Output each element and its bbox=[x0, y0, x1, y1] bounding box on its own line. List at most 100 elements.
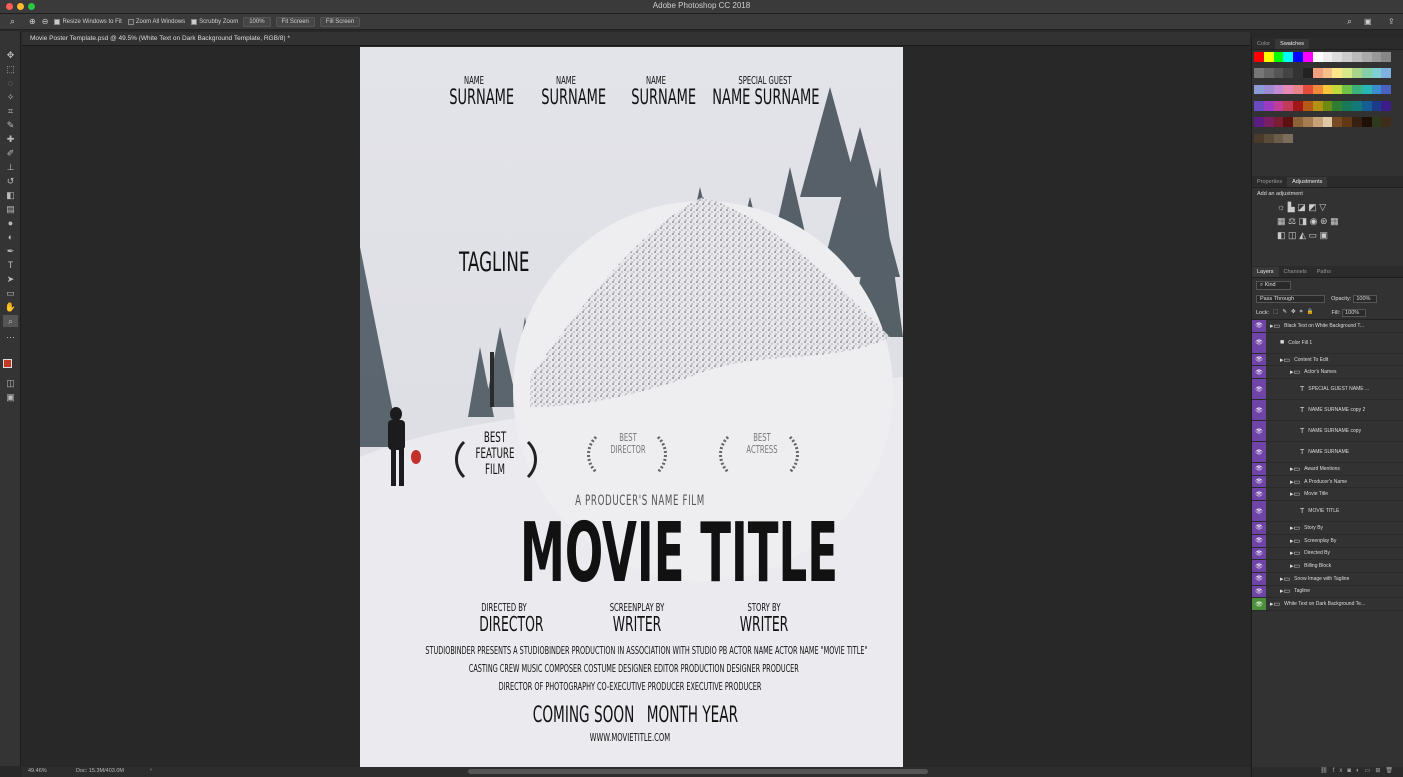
swatch[interactable] bbox=[1332, 100, 1343, 111]
swatch[interactable] bbox=[1263, 84, 1274, 95]
swatch[interactable] bbox=[1332, 68, 1343, 79]
swatch[interactable] bbox=[1342, 52, 1352, 62]
shape-tool-icon[interactable]: ▭ bbox=[3, 287, 18, 299]
fill-screen-button[interactable]: Fill Screen bbox=[319, 16, 361, 27]
swatch[interactable] bbox=[1254, 52, 1264, 62]
pen-tool-icon[interactable]: ✒ bbox=[3, 245, 18, 257]
zoom-100-button[interactable]: 100% bbox=[243, 16, 271, 27]
hand-tool-icon[interactable]: ✋ bbox=[3, 301, 18, 313]
hue-icon[interactable]: ▦ bbox=[1277, 216, 1286, 226]
swatch[interactable] bbox=[1302, 100, 1313, 111]
swatch[interactable] bbox=[1342, 117, 1352, 128]
tab-layers[interactable]: Layers bbox=[1252, 266, 1279, 277]
layer-row[interactable]: 👁 ▸▭ Billing Block bbox=[1252, 560, 1403, 573]
mixer-icon[interactable]: ⊛ bbox=[1320, 216, 1328, 226]
swatch[interactable] bbox=[1342, 84, 1352, 95]
swatch[interactable] bbox=[1312, 52, 1323, 62]
document-tab[interactable]: Movie Poster Template.psd @ 49.5% (White… bbox=[30, 35, 290, 42]
screen-mode-icon[interactable]: ▣ bbox=[3, 391, 18, 403]
swatch[interactable] bbox=[1293, 100, 1303, 111]
visibility-eye-icon[interactable]: 👁 bbox=[1252, 522, 1266, 534]
swatch[interactable] bbox=[1322, 117, 1333, 128]
more-tools-icon[interactable]: ⋯ bbox=[3, 331, 18, 343]
swatch[interactable] bbox=[1351, 100, 1362, 111]
swatch[interactable] bbox=[1293, 84, 1303, 95]
swatch[interactable] bbox=[1322, 68, 1333, 79]
layer-row[interactable]: 👁 ▸▭ Directed By bbox=[1252, 547, 1403, 561]
visibility-eye-icon[interactable]: 👁 bbox=[1252, 475, 1266, 488]
layer-row[interactable]: 👁 T NAME SURNAME bbox=[1252, 442, 1403, 464]
poster-canvas[interactable]: NAME SURNAME NAME SURNAME NAME SURNAME S… bbox=[360, 47, 903, 767]
exposure-icon[interactable]: ◩ bbox=[1308, 202, 1317, 212]
swatch[interactable] bbox=[1312, 84, 1323, 95]
quick-mask-icon[interactable]: ◫ bbox=[3, 377, 18, 389]
visibility-eye-icon[interactable]: 👁 bbox=[1252, 366, 1266, 379]
swatch[interactable] bbox=[1302, 84, 1313, 95]
visibility-eye-icon[interactable]: 👁 bbox=[1252, 400, 1266, 421]
swatch[interactable] bbox=[1381, 52, 1392, 62]
posterize-icon[interactable]: ◫ bbox=[1288, 230, 1297, 240]
swatch[interactable] bbox=[1342, 68, 1352, 79]
swatch[interactable] bbox=[1332, 52, 1343, 62]
swatch[interactable] bbox=[1371, 84, 1382, 95]
layer-row[interactable]: 👁 ▸▭ Award Mentions bbox=[1252, 463, 1403, 476]
workspace-icon[interactable]: ▣ bbox=[1364, 17, 1372, 26]
swatch[interactable] bbox=[1351, 52, 1362, 62]
swatch[interactable] bbox=[1361, 68, 1372, 79]
status-arrow-icon[interactable]: › bbox=[150, 767, 152, 773]
tab-color[interactable]: Color bbox=[1252, 39, 1275, 49]
layer-row[interactable]: 👁 T NAME SURNAME copy bbox=[1252, 421, 1403, 443]
resize-windows-checkbox[interactable]: Resize Windows to Fit bbox=[54, 18, 122, 25]
swatch[interactable] bbox=[1302, 117, 1313, 128]
visibility-eye-icon[interactable]: 👁 bbox=[1252, 421, 1266, 442]
swatch[interactable] bbox=[1302, 52, 1313, 62]
tab-adjustments[interactable]: Adjustments bbox=[1287, 176, 1328, 187]
blend-mode-select[interactable]: Pass Through bbox=[1256, 295, 1326, 303]
lasso-tool-icon[interactable]: ◌ bbox=[3, 77, 18, 89]
layer-row[interactable]: 👁 ▸▭ Content To Edit bbox=[1252, 353, 1403, 367]
swatch[interactable] bbox=[1283, 133, 1294, 144]
swatch[interactable] bbox=[1342, 100, 1352, 111]
balance-icon[interactable]: ⚖ bbox=[1288, 216, 1296, 226]
photo-filter-icon[interactable]: ◉ bbox=[1310, 216, 1318, 226]
visibility-eye-icon[interactable]: 👁 bbox=[1252, 585, 1266, 598]
layer-row[interactable]: 👁 ▸▭ Snow Image with Tagline bbox=[1252, 572, 1403, 586]
swatch[interactable] bbox=[1263, 117, 1274, 128]
visibility-eye-icon[interactable]: 👁 bbox=[1252, 534, 1266, 547]
layer-row[interactable]: 👁 ▸▭ Story By bbox=[1252, 522, 1403, 535]
swatch[interactable] bbox=[1371, 52, 1382, 62]
swatch[interactable] bbox=[1351, 117, 1362, 128]
swatch[interactable] bbox=[1381, 84, 1392, 95]
selective-color-icon[interactable]: ▣ bbox=[1320, 230, 1329, 240]
swatch[interactable] bbox=[1322, 100, 1333, 111]
swatch[interactable] bbox=[1254, 68, 1264, 79]
visibility-eye-icon[interactable]: 👁 bbox=[1252, 547, 1266, 560]
scrubby-zoom-checkbox[interactable]: Scrubby Zoom bbox=[191, 18, 238, 25]
layer-row[interactable]: 👁 T NAME SURNAME copy 2 bbox=[1252, 400, 1403, 422]
dodge-tool-icon[interactable]: ◐ bbox=[3, 231, 18, 243]
swatch[interactable] bbox=[1254, 133, 1264, 144]
swatch[interactable] bbox=[1273, 84, 1284, 95]
swatch[interactable] bbox=[1263, 68, 1274, 79]
visibility-eye-icon[interactable]: 👁 bbox=[1252, 572, 1266, 585]
swatch[interactable] bbox=[1361, 100, 1372, 111]
zoom-all-checkbox[interactable]: Zoom All Windows bbox=[127, 18, 185, 25]
layer-row[interactable]: 👁 ▸▭ Actor's Names bbox=[1252, 366, 1403, 380]
swatch[interactable] bbox=[1351, 68, 1362, 79]
swatch[interactable] bbox=[1273, 117, 1284, 128]
trash-icon[interactable]: 🗑 bbox=[1385, 768, 1398, 774]
tab-swatches[interactable]: Swatches bbox=[1275, 38, 1310, 49]
swatch[interactable] bbox=[1283, 52, 1294, 62]
visibility-eye-icon[interactable]: 👁 bbox=[1252, 488, 1266, 501]
visibility-eye-icon[interactable]: 👁 bbox=[1252, 560, 1266, 572]
visibility-eye-icon[interactable]: 👁 bbox=[1252, 442, 1266, 463]
tab-properties[interactable]: Properties bbox=[1252, 177, 1287, 187]
layer-row[interactable]: 👁 ▸▭ Movie Title bbox=[1252, 488, 1403, 502]
zoom-tool-icon[interactable]: ⌕ bbox=[3, 315, 18, 327]
vibrance-icon[interactable]: ▽ bbox=[1319, 202, 1326, 212]
history-brush-icon[interactable]: ↺ bbox=[3, 175, 18, 187]
swatch[interactable] bbox=[1273, 100, 1284, 111]
zoom-tool-icon[interactable]: ⌕ bbox=[10, 16, 15, 27]
layer-row[interactable]: 👁 T MOVIE TITLE bbox=[1252, 501, 1403, 523]
swatch[interactable] bbox=[1283, 84, 1294, 95]
